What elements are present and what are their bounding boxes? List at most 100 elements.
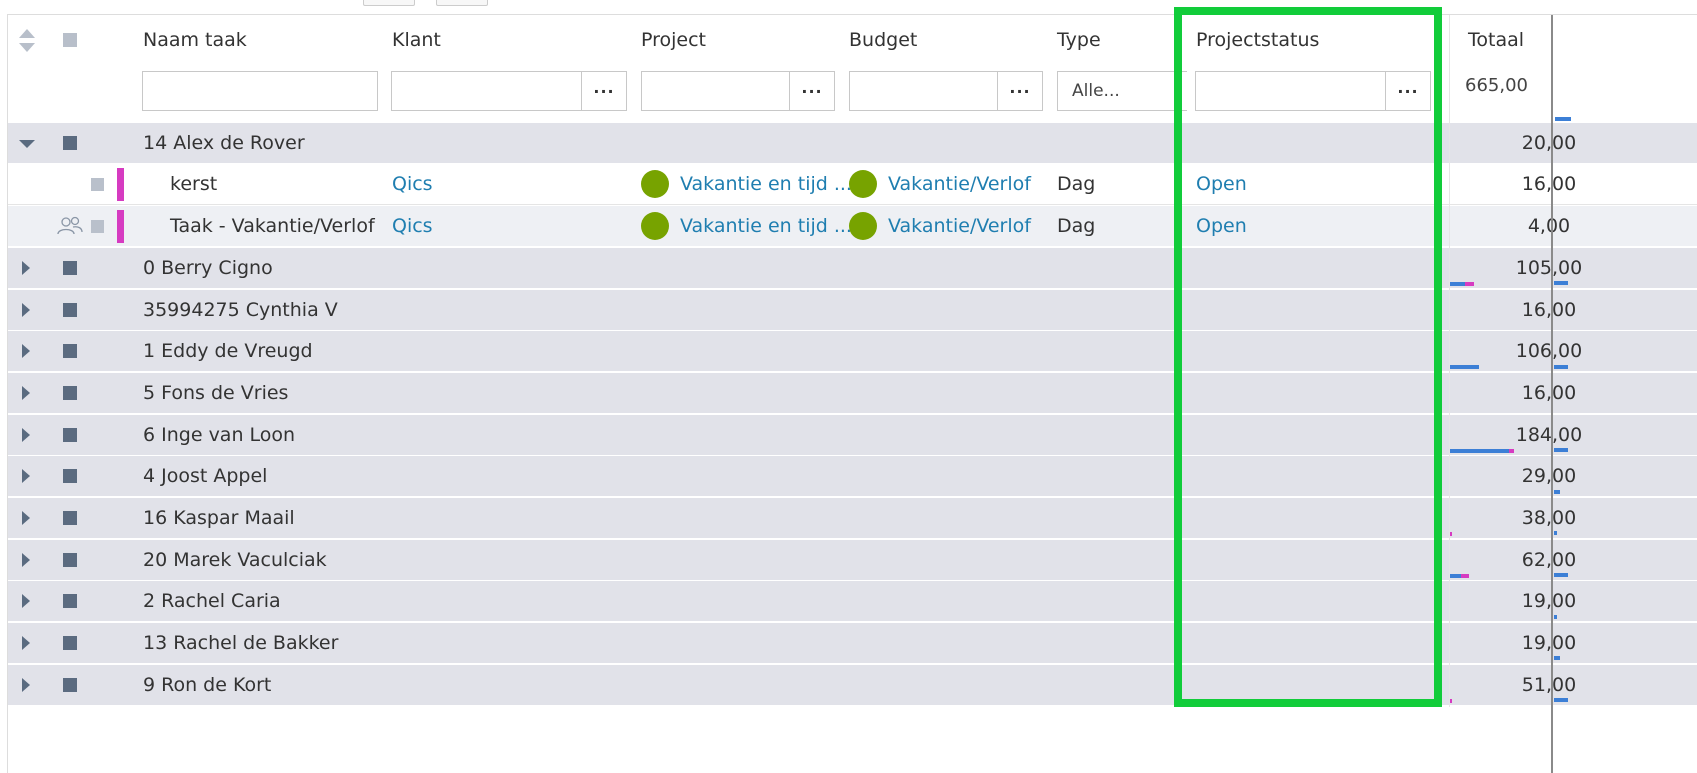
group-total: 51,00: [1521, 674, 1577, 696]
chevron-right-icon[interactable]: [22, 428, 30, 442]
group-row[interactable]: 35994275 Cynthia V 16,00: [8, 290, 1697, 331]
task-budget-link[interactable]: Vakantie/Verlof: [888, 173, 1031, 195]
chevron-right-icon[interactable]: [22, 303, 30, 317]
filter-projectstatus-input[interactable]: ···: [1195, 71, 1431, 111]
row-checkbox[interactable]: [63, 636, 77, 650]
group-label: 14 Alex de Rover: [143, 132, 305, 154]
grid-header: Naam taak Klant Project Budget Type Proj…: [8, 15, 1697, 123]
filter-type-value: Alle...: [1072, 81, 1120, 101]
group-row[interactable]: 9 Ron de Kort 51,00: [8, 665, 1697, 706]
group-row[interactable]: 0 Berry Cigno 105,00: [8, 248, 1697, 289]
col-budget[interactable]: Budget: [849, 29, 917, 51]
filter-naam-taak-input[interactable]: [142, 71, 378, 111]
group-label: 4 Joost Appel: [143, 465, 268, 487]
toolbar-button-1[interactable]: [363, 0, 415, 6]
next-column-divider[interactable]: [1551, 15, 1553, 773]
chevron-down-icon[interactable]: [19, 140, 35, 148]
row-checkbox[interactable]: [63, 303, 77, 317]
filter-budget-input[interactable]: ···: [849, 71, 1043, 111]
task-row[interactable]: kerst Qics Vakantie en tijd ... Vakantie…: [8, 164, 1697, 205]
chevron-right-icon[interactable]: [22, 469, 30, 483]
row-checkbox[interactable]: [63, 136, 77, 150]
next-col-bar: [1554, 365, 1568, 369]
filter-budget-more-button[interactable]: ···: [997, 72, 1042, 110]
group-row[interactable]: 6 Inge van Loon 184,00: [8, 415, 1697, 456]
next-col-bar: [1554, 698, 1568, 702]
task-checkbox[interactable]: [91, 178, 104, 191]
filter-project-input[interactable]: ···: [641, 71, 835, 111]
group-label: 0 Berry Cigno: [143, 257, 273, 279]
sort-icon[interactable]: [18, 27, 36, 55]
row-checkbox[interactable]: [63, 261, 77, 275]
chevron-right-icon[interactable]: [22, 678, 30, 692]
task-klant-link[interactable]: Qics: [392, 173, 433, 195]
group-row-expanded[interactable]: 14 Alex de Rover 20,00: [8, 123, 1697, 164]
task-status-link[interactable]: Open: [1196, 215, 1247, 237]
row-checkbox[interactable]: [63, 553, 77, 567]
col-projectstatus[interactable]: Projectstatus: [1196, 29, 1319, 51]
toolbar-button-2[interactable]: [436, 0, 488, 6]
total-sum-bar: [1555, 117, 1571, 121]
filter-type-select[interactable]: Alle...: [1057, 71, 1187, 111]
group-label: 20 Marek Vaculciak: [143, 549, 327, 571]
budget-status-dot-icon: [849, 170, 877, 198]
users-icon: [57, 216, 83, 235]
group-row[interactable]: 13 Rachel de Bakker 19,00: [8, 623, 1697, 664]
task-checkbox[interactable]: [91, 220, 104, 233]
group-row[interactable]: 4 Joost Appel 29,00: [8, 456, 1697, 497]
filter-projectstatus-more-button[interactable]: ···: [1385, 72, 1430, 110]
hours-bar: [1449, 449, 1509, 453]
group-row[interactable]: 5 Fons de Vries 16,00: [8, 373, 1697, 414]
row-checkbox[interactable]: [63, 428, 77, 442]
chevron-right-icon[interactable]: [22, 344, 30, 358]
group-label: 9 Ron de Kort: [143, 674, 272, 696]
row-checkbox[interactable]: [63, 386, 77, 400]
next-col-bar: [1554, 615, 1557, 619]
chevron-right-icon[interactable]: [22, 636, 30, 650]
task-project-link[interactable]: Vakantie en tijd ...: [680, 173, 852, 195]
group-label: 35994275 Cynthia V: [143, 299, 338, 321]
project-status-dot-icon: [641, 212, 669, 240]
chevron-right-icon[interactable]: [22, 553, 30, 567]
task-total: 16,00: [1521, 173, 1577, 195]
select-all-checkbox[interactable]: [63, 33, 77, 47]
task-name: Taak - Vakantie/Verlof: [170, 215, 375, 237]
group-label: 2 Rachel Caria: [143, 590, 281, 612]
filter-klant-input[interactable]: ···: [391, 71, 627, 111]
col-naam-taak[interactable]: Naam taak: [143, 29, 247, 51]
group-label: 5 Fons de Vries: [143, 382, 289, 404]
task-klant-link[interactable]: Qics: [392, 215, 433, 237]
filter-klant-more-button[interactable]: ···: [581, 72, 626, 110]
total-sum: 665,00: [1465, 75, 1528, 96]
group-row[interactable]: 2 Rachel Caria 19,00: [8, 581, 1697, 622]
row-checkbox[interactable]: [63, 511, 77, 525]
col-type[interactable]: Type: [1057, 29, 1101, 51]
row-checkbox[interactable]: [63, 469, 77, 483]
next-col-bar: [1554, 281, 1568, 285]
chevron-right-icon[interactable]: [22, 261, 30, 275]
group-row[interactable]: 1 Eddy de Vreugd 106,00: [8, 331, 1697, 372]
chevron-right-icon[interactable]: [22, 386, 30, 400]
row-checkbox[interactable]: [63, 678, 77, 692]
next-col-bar: [1554, 656, 1560, 660]
row-checkbox[interactable]: [63, 344, 77, 358]
col-totaal[interactable]: Totaal: [1468, 29, 1524, 51]
task-row[interactable]: Taak - Vakantie/Verlof Qics Vakantie en …: [8, 206, 1697, 247]
col-project[interactable]: Project: [641, 29, 706, 51]
group-total: 19,00: [1521, 590, 1577, 612]
filter-project-more-button[interactable]: ···: [789, 72, 834, 110]
group-row[interactable]: 16 Kaspar Maail 38,00: [8, 498, 1697, 539]
hours-bar: [1449, 365, 1479, 369]
task-status-link[interactable]: Open: [1196, 173, 1247, 195]
budget-status-dot-icon: [849, 212, 877, 240]
group-total: 16,00: [1521, 299, 1577, 321]
group-label: 6 Inge van Loon: [143, 424, 296, 446]
task-budget-link[interactable]: Vakantie/Verlof: [888, 215, 1031, 237]
col-klant[interactable]: Klant: [392, 29, 441, 51]
task-project-link[interactable]: Vakantie en tijd ...: [680, 215, 852, 237]
chevron-right-icon[interactable]: [22, 594, 30, 608]
group-row[interactable]: 20 Marek Vaculciak 62,00: [8, 540, 1697, 581]
chevron-right-icon[interactable]: [22, 511, 30, 525]
next-col-bar: [1554, 490, 1560, 494]
row-checkbox[interactable]: [63, 594, 77, 608]
